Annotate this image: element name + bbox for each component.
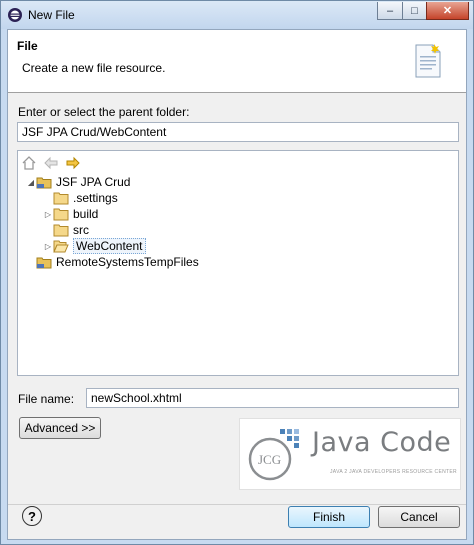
jcg-logo-icon: JCG <box>248 429 299 481</box>
maximize-button[interactable]: □ <box>402 2 427 20</box>
tree-nav-bar <box>21 155 81 171</box>
folder-icon <box>53 192 69 205</box>
minimize-button[interactable]: – <box>377 2 403 20</box>
new-file-icon <box>415 44 441 78</box>
java-code-geeks-logo: JCG Java Code Geeks JAVA 2 JAVA DEVELOPE… <box>239 418 461 490</box>
folder-icon <box>53 224 69 237</box>
folder-icon <box>53 208 69 221</box>
tree-item-label: src <box>73 223 89 237</box>
forward-arrow-icon[interactable] <box>65 155 81 171</box>
parent-folder-input[interactable]: JSF JPA Crud/WebContent <box>17 122 459 142</box>
home-icon[interactable] <box>21 155 37 171</box>
page-title: File <box>17 39 38 53</box>
logo-subtitle: JAVA 2 JAVA DEVELOPERS RESOURCE CENTER <box>330 469 457 475</box>
eclipse-icon <box>8 8 22 22</box>
folder-tree[interactable]: ◢ JSF JPA Crud .settings ▷ build src ▷ W… <box>17 150 459 376</box>
wizard-banner: File Create a new file resource. <box>8 30 466 93</box>
back-arrow-icon[interactable] <box>43 155 59 171</box>
file-name-label: File name: <box>18 392 75 406</box>
new-file-dialog: New File – □ ✕ File Create a new file re… <box>0 0 474 545</box>
window-title: New File <box>28 8 75 22</box>
finish-button[interactable]: Finish <box>288 506 370 528</box>
dialog-content: File Create a new file resource. Enter o… <box>7 29 467 540</box>
tree-item-label: .settings <box>73 191 118 205</box>
tree-item-build[interactable]: ▷ build <box>43 206 98 222</box>
tree-item-settings[interactable]: .settings <box>43 190 118 206</box>
tree-item-webcontent[interactable]: ▷ WebContent <box>43 238 146 254</box>
title-bar[interactable]: New File – □ ✕ <box>1 1 473 29</box>
svg-text:JCG: JCG <box>258 452 281 467</box>
parent-folder-label: Enter or select the parent folder: <box>18 105 190 119</box>
close-button[interactable]: ✕ <box>426 2 469 20</box>
divider <box>8 504 466 505</box>
tree-item-src[interactable]: src <box>43 222 89 238</box>
project-folder-icon <box>36 257 52 269</box>
expand-arrow[interactable]: ▷ <box>43 210 53 219</box>
open-folder-icon <box>53 240 69 253</box>
project-folder-icon <box>36 177 52 189</box>
tree-item-label: build <box>73 207 99 221</box>
logo-text: Java Code Geeks <box>312 427 460 458</box>
cancel-button[interactable]: Cancel <box>378 506 460 528</box>
page-description: Create a new file resource. <box>22 61 166 75</box>
help-button[interactable]: ? <box>22 506 42 526</box>
file-name-input[interactable]: newSchool.xhtml <box>86 388 459 408</box>
tree-item-label: WebContent <box>73 238 146 254</box>
tree-item-project[interactable]: ◢ JSF JPA Crud <box>26 174 131 190</box>
expand-arrow[interactable]: ▷ <box>43 242 53 251</box>
expand-arrow[interactable]: ◢ <box>26 178 36 187</box>
advanced-button[interactable]: Advanced >> <box>19 417 101 439</box>
tree-item-remote-systems[interactable]: RemoteSystemsTempFiles <box>26 254 199 270</box>
tree-item-label: JSF JPA Crud <box>56 175 131 189</box>
tree-item-label: RemoteSystemsTempFiles <box>56 255 199 269</box>
